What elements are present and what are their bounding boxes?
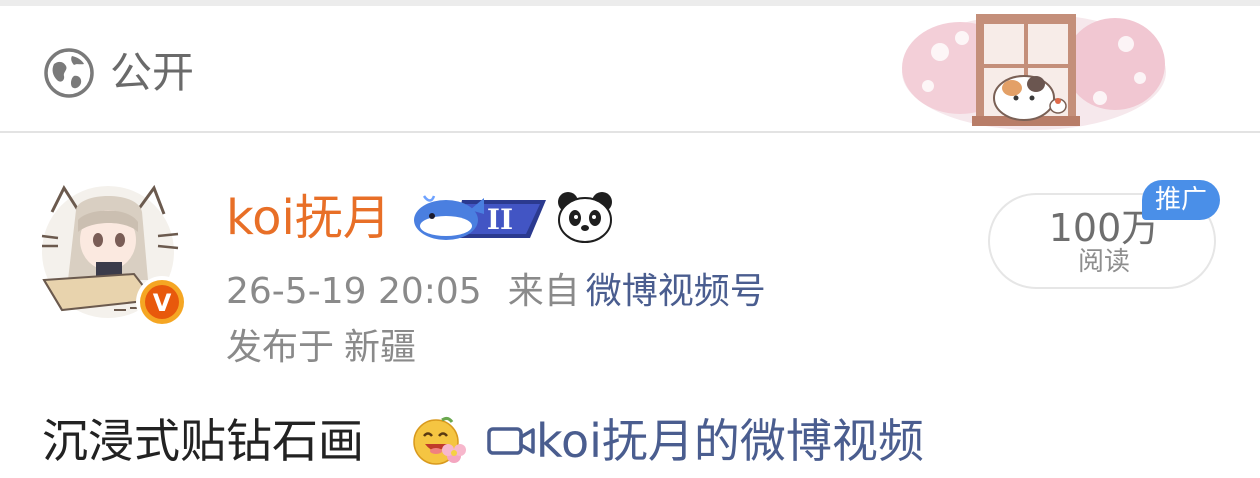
text-fade-overlay (1040, 420, 1260, 478)
location-name: 新疆 (344, 327, 417, 368)
video-camera-icon (487, 427, 535, 455)
post-timestamp: 26-5-19 20:05 (226, 271, 482, 312)
avatar[interactable]: V (38, 180, 190, 330)
visibility-label: 公开 (110, 48, 195, 97)
promo-badge: 推广 (1142, 180, 1220, 220)
source-link[interactable]: 微博视频号 (586, 271, 766, 312)
from-label: 来自 (507, 271, 580, 312)
sakura-window-decoration (902, 14, 1166, 130)
post-location: 发布于 新疆 (226, 326, 416, 370)
post-text: 沉浸式贴钻石画 (42, 414, 364, 468)
read-label: 阅读 (1077, 247, 1130, 277)
smiling-flower-emoji (413, 416, 466, 465)
globe-icon (44, 48, 94, 98)
verified-icon: V (136, 276, 188, 328)
divider (0, 131, 1260, 133)
weibo-post-card: 公开 V koi抚月 II 26-5-19 20:05 来自 微博视频号 发布于… (0, 0, 1260, 478)
panda-icon[interactable] (556, 190, 614, 244)
whale-icon[interactable]: II (410, 192, 550, 244)
published-prefix: 发布于 (226, 327, 335, 368)
video-link-label: koi抚月的微博视频 (536, 414, 924, 468)
member-level: II (487, 203, 513, 236)
author-name[interactable]: koi抚月 (226, 188, 391, 248)
video-link[interactable]: koi抚月的微博视频 (486, 412, 924, 470)
post-meta: 26-5-19 20:05 来自 微博视频号 (226, 270, 766, 314)
verified-letter: V (153, 289, 172, 317)
